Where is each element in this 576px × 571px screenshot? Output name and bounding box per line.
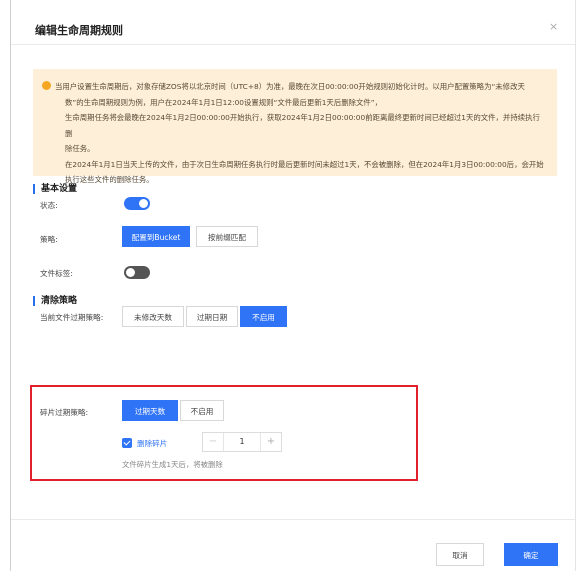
cancel-button[interactable]: 取消 <box>436 543 484 566</box>
notice-line: 在2024年1月1日当天上传的文件，由于次日生命周期任务执行时最后更新时间未超过… <box>65 159 544 169</box>
notice-line: 当用户设置生命周期后，对象存储ZOS将以北京时间（UTC+8）为准，最晚在次日0… <box>55 82 525 91</box>
warning-dot-icon <box>42 81 51 90</box>
tag-label: 文件标签: <box>40 269 73 278</box>
notice-line: 除任务。 <box>65 144 95 153</box>
current-modified-days-button[interactable]: 未修改天数 <box>122 306 184 327</box>
confirm-button[interactable]: 确定 <box>504 543 558 566</box>
dialog-title: 编辑生命周期规则 <box>35 24 123 37</box>
toggle-knob <box>126 268 135 277</box>
toggle-knob <box>139 199 148 208</box>
notice-line: 数”的生命周期规则为例，用户在2024年1月1日12:00设置规则“文件最后更新… <box>65 97 382 107</box>
notice-line: 生命周期任务将会最晚在2024年1月2日00:00:00开始执行，获取2024年… <box>65 113 540 138</box>
fragment-days-button[interactable]: 过期天数 <box>122 400 178 421</box>
section-title-clear: 清除策略 <box>33 296 77 306</box>
stepper-value[interactable]: 1 <box>223 433 261 451</box>
tag-toggle[interactable] <box>124 266 150 279</box>
current-disable-button[interactable]: 不启用 <box>240 306 287 327</box>
fragment-days-stepper: − 1 + <box>202 432 282 452</box>
fragment-expire-label: 碎片过期策略: <box>40 408 89 417</box>
stepper-minus-button[interactable]: − <box>203 433 224 451</box>
delete-fragment-checkbox[interactable] <box>122 438 132 448</box>
fragment-hint: 文件碎片生成1天后，将被删除 <box>122 460 223 469</box>
delete-fragment-label: 删除碎片 <box>137 439 168 448</box>
strategy-label: 策略: <box>40 235 58 244</box>
current-expire-date-button[interactable]: 过期日期 <box>186 306 238 327</box>
footer-divider <box>11 519 575 520</box>
stepper-plus-button[interactable]: + <box>260 433 281 451</box>
header-divider <box>11 44 575 45</box>
strategy-prefix-button[interactable]: 按前缀匹配 <box>196 226 258 247</box>
status-toggle[interactable] <box>124 197 150 210</box>
notice-banner: 当用户设置生命周期后，对象存储ZOS将以北京时间（UTC+8）为准，最晚在次日0… <box>33 69 557 184</box>
strategy-bucket-button[interactable]: 配置到Bucket <box>122 226 190 247</box>
close-icon[interactable]: × <box>549 20 558 33</box>
section-title-basic: 基本设置 <box>33 184 77 194</box>
status-label: 状态: <box>40 201 58 210</box>
notice-line: 执行这些文件的删除任务。 <box>65 175 154 184</box>
current-expire-label: 当前文件过期策略: <box>40 313 104 322</box>
fragment-disable-button[interactable]: 不启用 <box>180 400 224 421</box>
